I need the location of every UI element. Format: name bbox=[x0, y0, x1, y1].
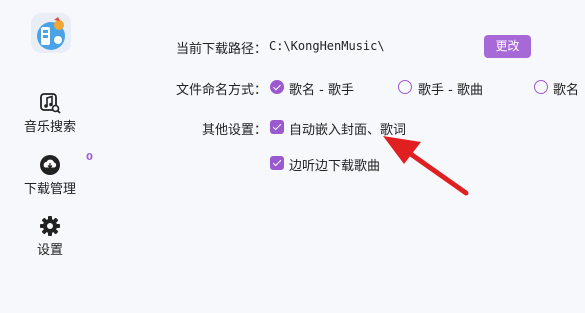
music-app-logo-icon bbox=[31, 13, 71, 53]
download-count-badge: 0 bbox=[86, 152, 93, 163]
naming-option-radio-song-artist[interactable] bbox=[270, 80, 284, 94]
download-path-value: C:\KongHenMusic\ bbox=[269, 39, 385, 53]
download-path-label: 当前下载路径： bbox=[176, 42, 268, 57]
download-while-listening-checkbox[interactable] bbox=[270, 156, 284, 170]
naming-option-radio-artist-song[interactable] bbox=[398, 80, 412, 94]
embed-cover-lyrics-checkbox[interactable] bbox=[270, 120, 284, 134]
sidebar-item-settings[interactable]: 设置 bbox=[0, 215, 100, 258]
sidebar-item-music-search[interactable]: 音乐搜索 bbox=[0, 92, 100, 135]
change-path-button[interactable]: 更改 bbox=[484, 35, 531, 58]
embed-cover-lyrics-label[interactable]: 自动嵌入封面、歌词 bbox=[289, 119, 406, 138]
other-settings-label: 其他设置： bbox=[202, 123, 268, 138]
sidebar-item-download-manager[interactable]: 下载管理 bbox=[0, 154, 100, 197]
naming-option-radio-song-only[interactable] bbox=[534, 80, 548, 94]
download-while-listening-label[interactable]: 边听边下载歌曲 bbox=[289, 155, 380, 174]
download-cloud-icon bbox=[40, 155, 60, 175]
naming-format-label: 文件命名方式： bbox=[176, 83, 268, 98]
gear-icon bbox=[40, 216, 60, 236]
sidebar: 音乐搜索 下载管理 0 设置 bbox=[0, 0, 100, 313]
music-search-icon bbox=[40, 93, 61, 114]
sidebar-item-label: 音乐搜索 bbox=[23, 120, 76, 135]
sidebar-item-label: 下载管理 bbox=[23, 182, 76, 197]
sidebar-item-label: 设置 bbox=[36, 243, 63, 258]
naming-option-label[interactable]: 歌名 - 歌手 bbox=[289, 79, 354, 98]
naming-option-label[interactable]: 歌名 bbox=[553, 79, 579, 98]
naming-option-label[interactable]: 歌手 - 歌曲 bbox=[418, 79, 483, 98]
